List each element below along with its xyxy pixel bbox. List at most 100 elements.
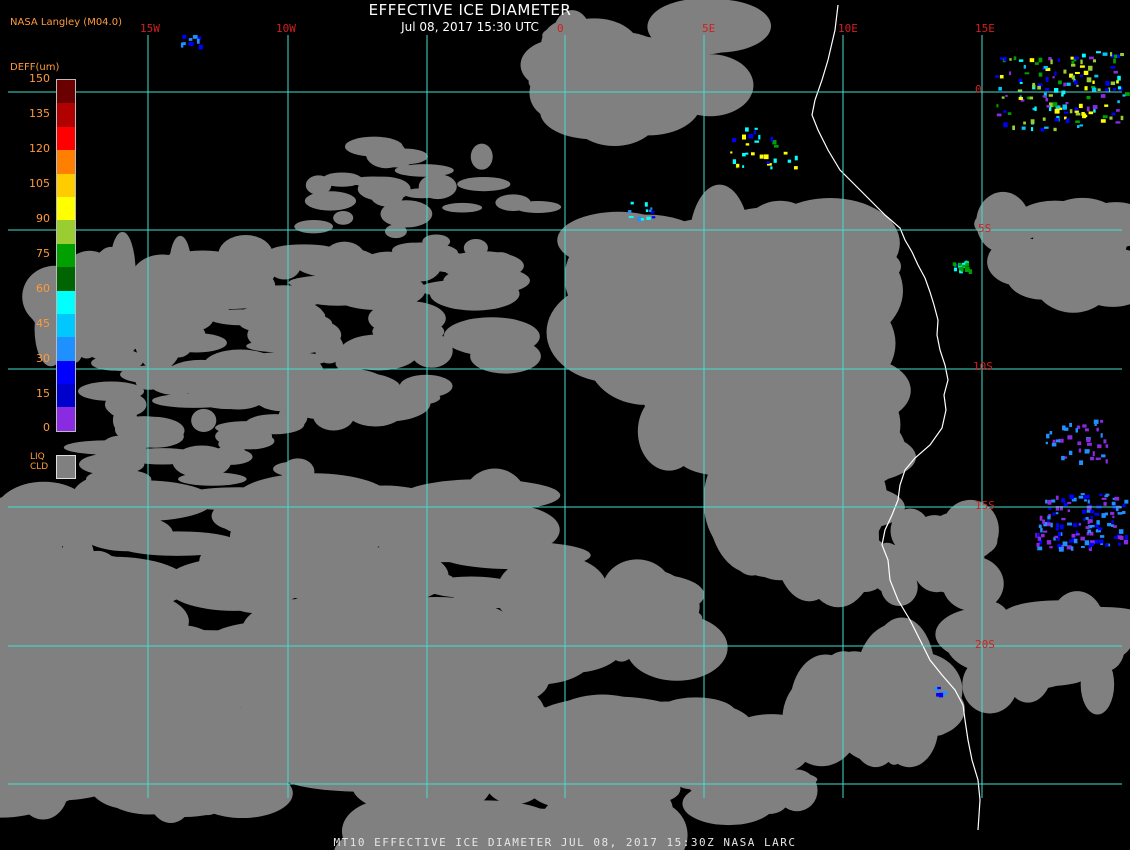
ice-pixel — [1088, 544, 1091, 549]
ice-pixel — [937, 686, 941, 690]
cloud-patch — [187, 361, 215, 380]
cloud-patch — [242, 637, 345, 686]
ice-pixel — [1109, 52, 1113, 57]
ice-pixel — [1061, 498, 1066, 503]
legend-color-segment — [57, 243, 75, 268]
ice-pixel — [1117, 100, 1120, 104]
ice-pixel — [1090, 510, 1095, 514]
ice-pixel — [1063, 427, 1069, 431]
cloud-patch — [870, 542, 905, 593]
ice-pixel — [1067, 501, 1072, 504]
ice-pixel — [1097, 88, 1101, 92]
cloud-patch — [418, 174, 457, 200]
ice-pixel — [1052, 102, 1058, 107]
ice-pixel — [1084, 86, 1088, 91]
ice-pixel — [1088, 56, 1094, 60]
cloud-patch — [294, 219, 334, 234]
ice-pixel — [998, 86, 1002, 91]
cloud-patch — [906, 548, 972, 574]
ice-pixel — [189, 42, 194, 46]
ice-pixel — [1124, 92, 1130, 96]
lon-label-10w: 10W — [276, 22, 296, 35]
cloud-patch — [590, 234, 649, 272]
ice-pixel — [1080, 493, 1085, 496]
ice-pixel — [938, 692, 944, 698]
ice-pixel — [1043, 65, 1048, 69]
ice-pixel — [1094, 423, 1097, 427]
ice-pixel — [1099, 535, 1105, 538]
ice-pixel — [1018, 59, 1024, 62]
ice-pixel — [1074, 71, 1080, 75]
ice-pixel — [1114, 496, 1120, 501]
cloud-patch — [445, 741, 495, 807]
cloud-patch — [239, 311, 333, 335]
ice-pixel — [1122, 503, 1126, 508]
ice-pixel — [1051, 442, 1057, 447]
ice-pixel — [1047, 522, 1051, 527]
ice-pixel — [1078, 495, 1084, 499]
ice-pixel — [198, 44, 203, 50]
ice-pixel — [1080, 545, 1085, 548]
cloud-patch — [495, 194, 531, 211]
ice-pixel — [1054, 118, 1059, 122]
cloud-patch — [57, 724, 147, 791]
ice-pixel — [1085, 526, 1090, 530]
ice-pixel — [637, 216, 642, 222]
cloud-patch — [272, 549, 428, 607]
ice-pixel — [1054, 535, 1058, 538]
ice-pixel — [1065, 118, 1070, 124]
ice-pixel — [1056, 523, 1060, 528]
ice-pixel — [192, 35, 198, 39]
ice-pixel — [1123, 539, 1129, 545]
ice-pixel — [1067, 522, 1072, 526]
ice-pixel — [1067, 509, 1071, 513]
ice-pixel — [1065, 101, 1069, 105]
ice-pixel — [1120, 115, 1124, 121]
cloud-patch — [582, 712, 621, 741]
cloud-patch — [273, 461, 314, 477]
legend-color-segment — [57, 313, 75, 338]
ice-pixel — [1013, 56, 1017, 61]
ice-pixel — [1018, 78, 1023, 82]
ice-pixel — [1043, 524, 1048, 527]
ice-pixel — [1082, 509, 1086, 514]
ice-pixel — [648, 209, 652, 212]
legend-tick: 105 — [29, 177, 50, 190]
ice-pixel — [996, 104, 999, 108]
ice-pixel — [742, 165, 745, 168]
cloud-patch — [943, 614, 1043, 640]
cloud-patch — [321, 172, 363, 187]
cloud-patch — [313, 400, 355, 431]
ice-pixel — [1080, 74, 1083, 78]
legend-tick: 30 — [36, 352, 50, 365]
ice-pixel — [1046, 540, 1052, 545]
ice-pixel — [1078, 103, 1083, 109]
lat-label-20s: 20S — [975, 638, 995, 651]
ice-pixel — [1105, 81, 1110, 86]
cloud-patch — [463, 238, 488, 257]
ice-pixel — [1071, 63, 1076, 67]
cloud-patch — [485, 252, 516, 277]
cloud-patch — [657, 703, 755, 756]
cloud-patch — [956, 525, 998, 556]
ice-pixel — [1046, 520, 1050, 523]
cloud-patch — [286, 391, 313, 416]
ice-pixel — [1114, 54, 1118, 59]
ice-pixel — [1075, 120, 1080, 124]
legend-color-segment — [57, 173, 75, 197]
ice-pixel — [1066, 82, 1071, 86]
ice-pixel — [1058, 546, 1064, 552]
lon-label-10e: 10E — [838, 22, 858, 35]
legend-tick: 90 — [36, 212, 50, 225]
cloud-patch — [987, 237, 1054, 286]
ice-pixel — [1017, 89, 1023, 92]
ice-pixel — [1080, 59, 1083, 65]
ice-pixel — [745, 127, 749, 132]
cloud-patch — [685, 209, 759, 300]
legend-color-segment — [57, 150, 75, 174]
liquid-cloud-label: LIQ CLD — [30, 452, 49, 472]
ice-pixel — [1063, 502, 1068, 507]
ice-pixel — [1069, 494, 1074, 500]
ice-pixel — [1109, 116, 1113, 120]
ice-pixel — [1087, 442, 1092, 446]
